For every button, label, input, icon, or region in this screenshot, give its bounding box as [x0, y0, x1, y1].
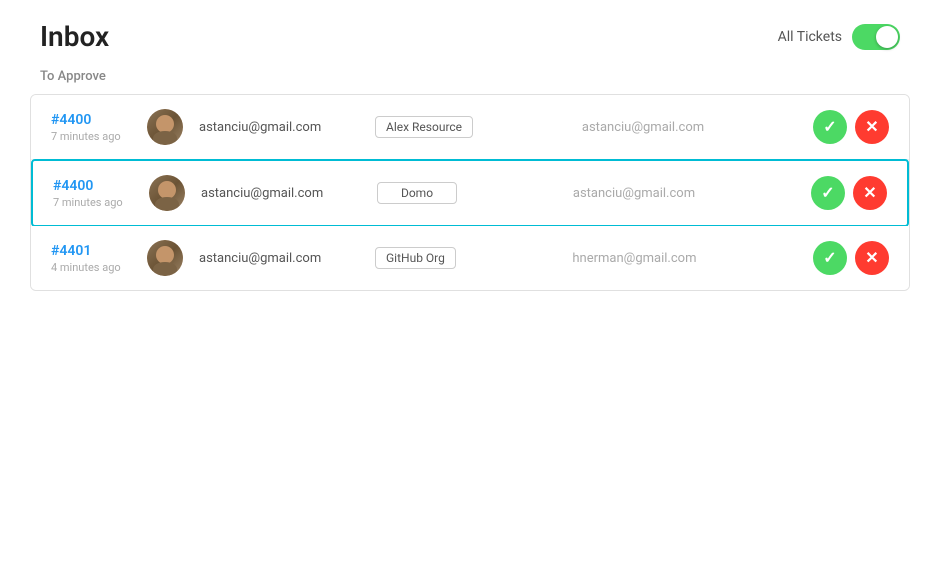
tickets-container: #4400 7 minutes ago astanciu@gmail.com A… — [30, 94, 910, 291]
ticket-time: 7 minutes ago — [53, 196, 133, 209]
cross-icon — [863, 183, 876, 203]
action-buttons — [813, 110, 889, 144]
avatar-image — [147, 240, 183, 276]
resource-tag: Domo — [377, 182, 457, 204]
avatar — [149, 175, 185, 211]
ticket-id: #4400 — [53, 178, 133, 194]
checkmark-icon — [823, 117, 836, 137]
page-title: Inbox — [40, 20, 109, 53]
checkmark-icon — [823, 248, 836, 268]
ticket-id: #4400 — [51, 112, 131, 128]
action-buttons — [813, 241, 889, 275]
approve-button[interactable] — [813, 241, 847, 275]
ticket-id-block: #4400 7 minutes ago — [51, 112, 131, 143]
avatar-image — [149, 175, 185, 211]
cross-icon — [865, 248, 878, 268]
ticket-time: 7 minutes ago — [51, 130, 131, 143]
ticket-id: #4401 — [51, 243, 131, 259]
section-label: To Approve — [0, 69, 940, 94]
avatar — [147, 240, 183, 276]
assignee-email: astanciu@gmail.com — [489, 120, 797, 135]
table-row[interactable]: #4400 7 minutes ago astanciu@gmail.com D… — [31, 159, 909, 227]
requester-email: astanciu@gmail.com — [201, 186, 361, 201]
avatar — [147, 109, 183, 145]
ticket-time: 4 minutes ago — [51, 261, 131, 274]
reject-button[interactable] — [855, 241, 889, 275]
cross-icon — [865, 117, 878, 137]
approve-button[interactable] — [813, 110, 847, 144]
table-row[interactable]: #4400 7 minutes ago astanciu@gmail.com A… — [31, 95, 909, 160]
checkmark-icon — [821, 183, 834, 203]
action-buttons — [811, 176, 887, 210]
all-tickets-toggle-group: All Tickets — [778, 24, 900, 50]
toggle-label: All Tickets — [778, 29, 842, 45]
reject-button[interactable] — [855, 110, 889, 144]
requester-email: astanciu@gmail.com — [199, 120, 359, 135]
resource-tag: Alex Resource — [375, 116, 473, 138]
requester-email: astanciu@gmail.com — [199, 251, 359, 266]
resource-tag: GitHub Org — [375, 247, 456, 269]
assignee-email: astanciu@gmail.com — [473, 186, 795, 201]
approve-button[interactable] — [811, 176, 845, 210]
assignee-email: hnerman@gmail.com — [472, 251, 797, 266]
ticket-id-block: #4401 4 minutes ago — [51, 243, 131, 274]
page-header: Inbox All Tickets — [0, 0, 940, 69]
ticket-id-block: #4400 7 minutes ago — [53, 178, 133, 209]
reject-button[interactable] — [853, 176, 887, 210]
avatar-image — [147, 109, 183, 145]
all-tickets-toggle[interactable] — [852, 24, 900, 50]
table-row[interactable]: #4401 4 minutes ago astanciu@gmail.com G… — [31, 226, 909, 290]
